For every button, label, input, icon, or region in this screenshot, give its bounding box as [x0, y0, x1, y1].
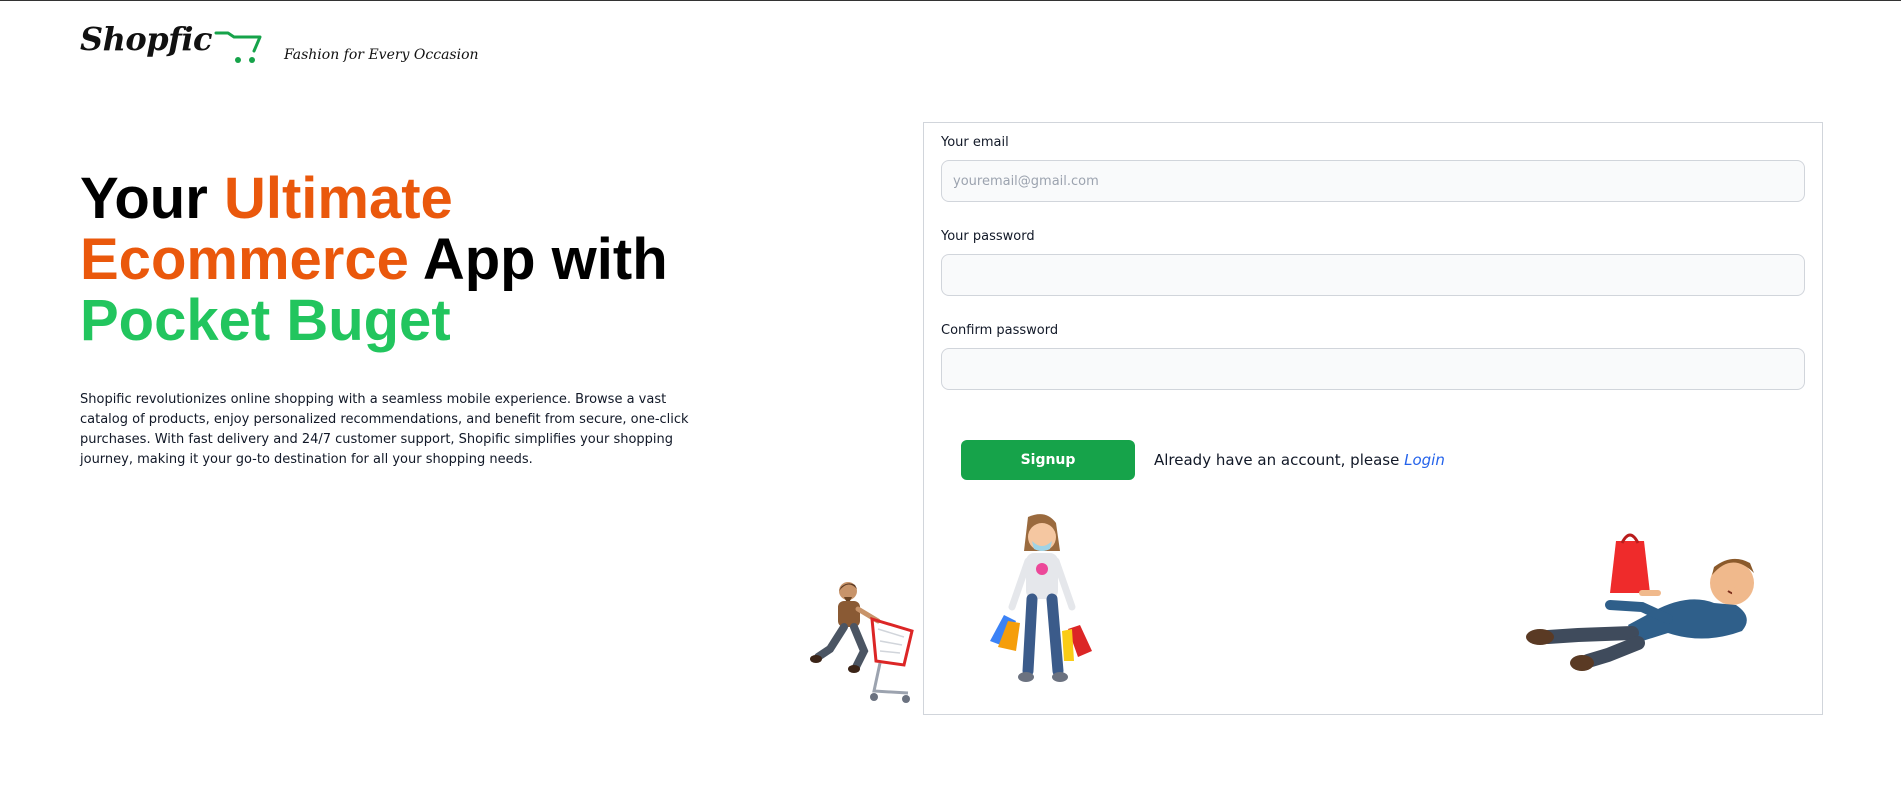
- hero-description: Shopific revolutionizes online shopping …: [80, 392, 689, 467]
- signup-page: Shopfic Fashion for Every Occasion Your …: [0, 0, 1901, 791]
- hero-title-pocket-buget: Pocket Buget: [80, 288, 451, 353]
- password-input[interactable]: [941, 254, 1805, 296]
- hero-title: Your Ultimate Ecommerce App with Pocket …: [80, 168, 720, 351]
- logo-text: Shopfic: [80, 20, 213, 58]
- hero-title-part1: Your: [80, 166, 224, 231]
- brand-header: Shopfic Fashion for Every Occasion: [80, 23, 479, 67]
- signup-button[interactable]: Signup: [961, 440, 1135, 480]
- man-pushing-cart-illustration: [810, 582, 914, 703]
- email-label: Your email: [941, 135, 1009, 150]
- hero-title-ultimate: Ultimate: [223, 166, 453, 231]
- confirm-password-input[interactable]: [941, 348, 1805, 390]
- man-lying-with-bag-illustration: [1526, 533, 1754, 671]
- email-field-group: Your email: [941, 135, 1805, 202]
- tagline: Fashion for Every Occasion: [284, 47, 479, 63]
- confirm-password-label: Confirm password: [941, 323, 1059, 338]
- login-link[interactable]: Login: [1404, 451, 1445, 469]
- girl-with-shopping-bags-illustration: [990, 514, 1092, 682]
- hero-title-app-with: App with: [408, 227, 668, 292]
- email-input[interactable]: [941, 160, 1805, 202]
- confirm-password-field-group: Confirm password: [941, 323, 1805, 390]
- password-label: Your password: [941, 229, 1035, 244]
- hero-section: Your Ultimate Ecommerce App with Pocket …: [80, 168, 720, 470]
- logo[interactable]: Shopfic: [80, 23, 264, 67]
- password-field-group: Your password: [941, 229, 1805, 296]
- login-prompt-text: Already have an account, please: [1154, 451, 1405, 469]
- shopping-cart-icon: [214, 31, 262, 63]
- hero-title-ecommerce: Ecommerce: [80, 227, 409, 292]
- login-prompt: Already have an account, please Login: [1154, 451, 1445, 469]
